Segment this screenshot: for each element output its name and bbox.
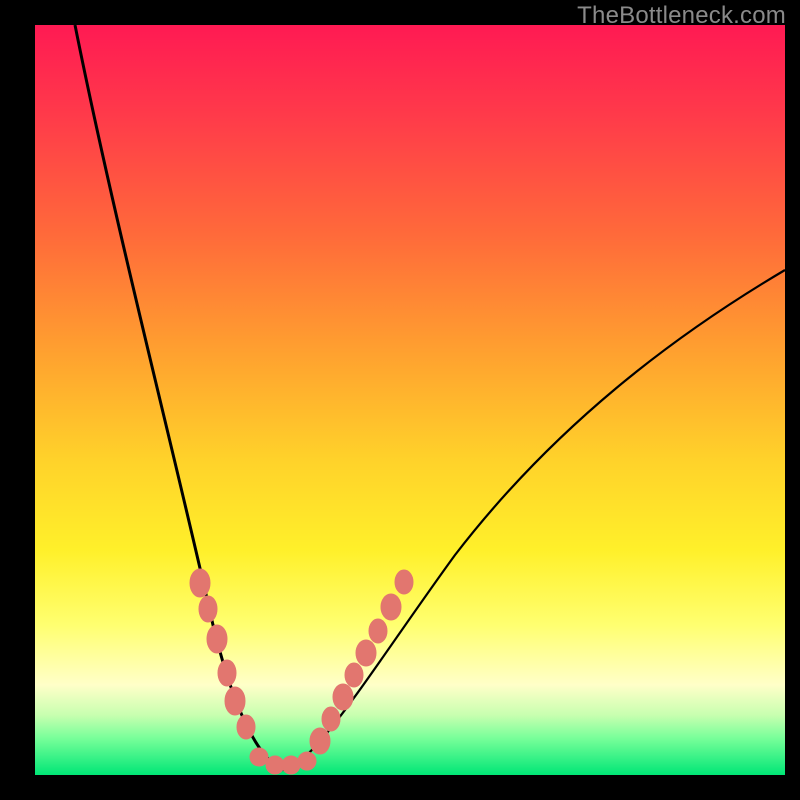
data-dot xyxy=(310,728,330,754)
chart-frame: TheBottleneck.com xyxy=(0,0,800,800)
data-dot xyxy=(190,569,210,597)
data-dot xyxy=(322,707,340,731)
watermark-text: TheBottleneck.com xyxy=(577,2,786,30)
right-curve xyxy=(283,270,785,770)
plot-area xyxy=(35,25,785,775)
data-dot xyxy=(199,596,217,622)
data-dot xyxy=(250,748,268,766)
data-dot xyxy=(356,640,376,666)
data-dot xyxy=(207,625,227,653)
data-dot xyxy=(282,756,300,774)
data-dot xyxy=(345,663,363,687)
data-dot xyxy=(395,570,413,594)
left-curve xyxy=(75,25,283,770)
curves-svg xyxy=(35,25,785,775)
data-dot xyxy=(381,594,401,620)
data-dot xyxy=(369,619,387,643)
data-dot xyxy=(225,687,245,715)
data-dot xyxy=(218,660,236,686)
data-dot xyxy=(237,715,255,739)
dot-layer xyxy=(190,569,413,774)
data-dot xyxy=(333,684,353,710)
data-dot xyxy=(266,756,284,774)
data-dot xyxy=(298,752,316,770)
